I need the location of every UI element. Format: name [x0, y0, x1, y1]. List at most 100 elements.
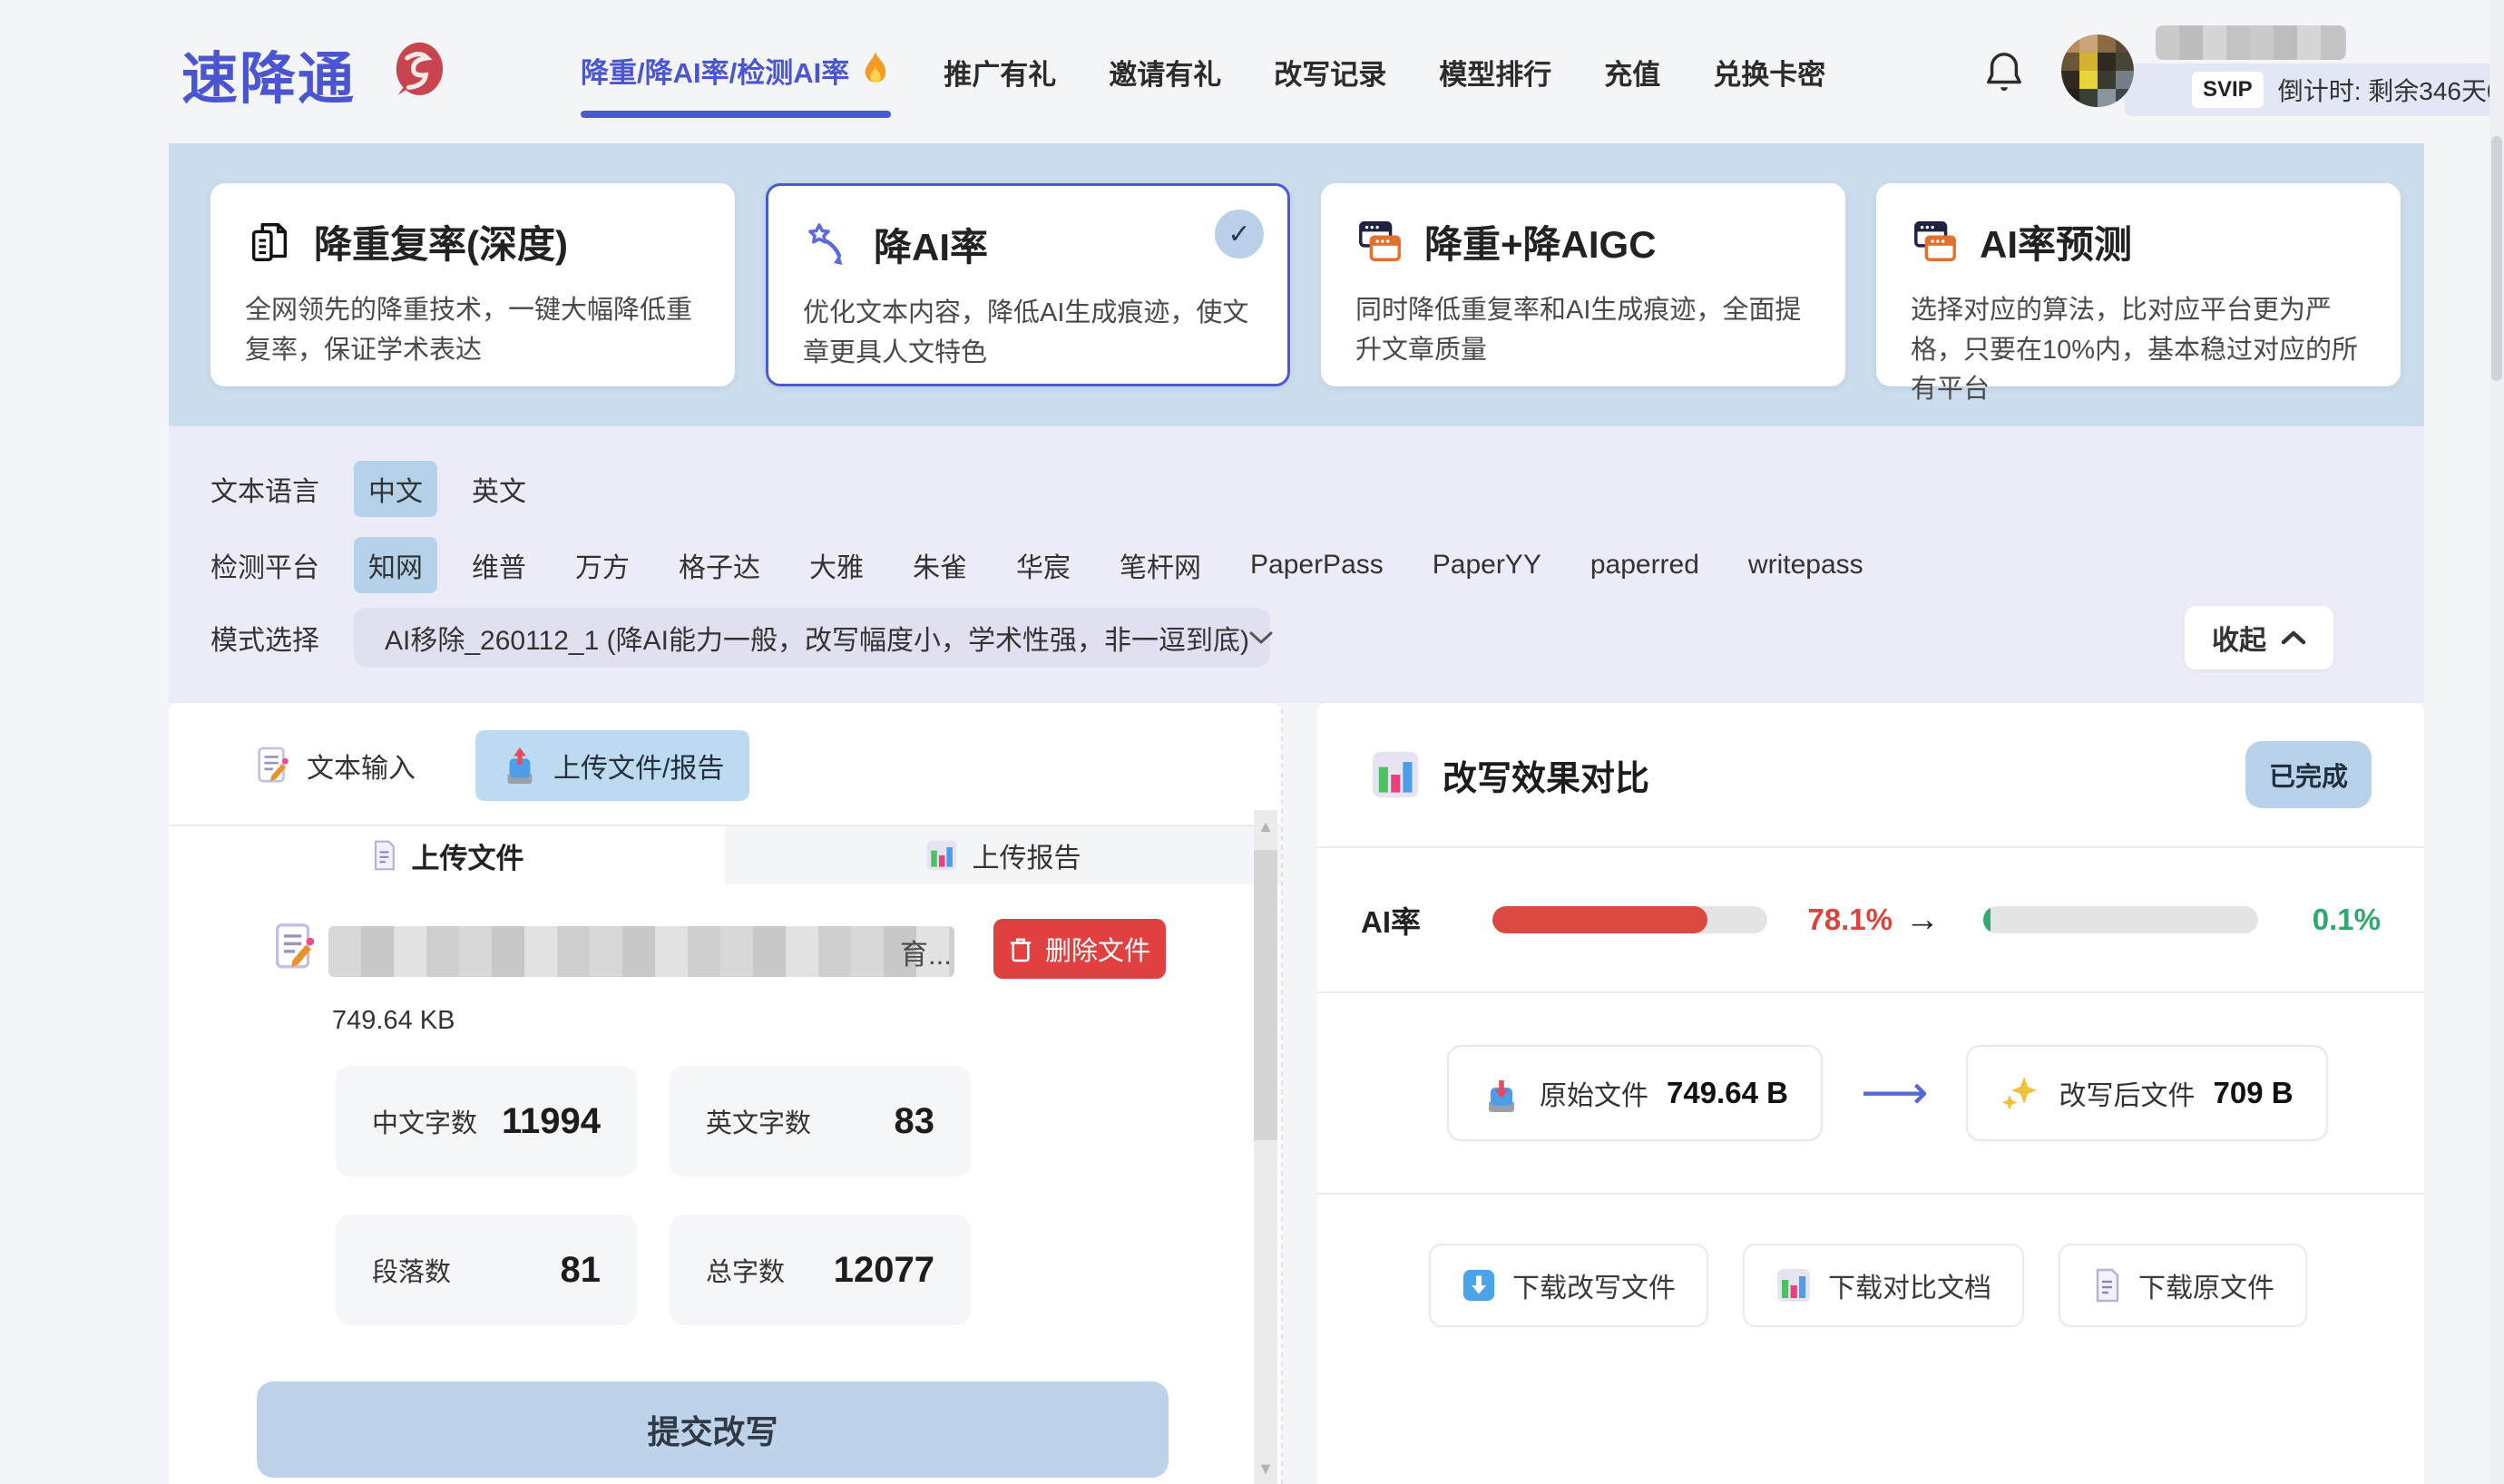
result-panel: 改写效果对比 已完成 AI率 78.1% → 0.1% 原始文件 749.64 …	[1317, 703, 2424, 1484]
mode-select-dropdown[interactable]: AI移除_260112_1 (降AI能力一般，改写幅度小，学术性强，非一逗到底)	[354, 608, 1270, 668]
nav-item-promo[interactable]: 推广有礼	[944, 52, 1056, 93]
scrollbar-thumb[interactable]	[1254, 850, 1277, 1140]
platform-chip-paperpass[interactable]: PaperPass	[1236, 542, 1398, 589]
page-scrollbar[interactable]	[2489, 0, 2504, 1484]
dual-window-icon	[1911, 218, 1960, 267]
rewritten-file-card[interactable]: 改写后文件 709 B	[1966, 1045, 2327, 1141]
word-stats: 中文字数 11994 英文字数 83 段落数 81 总字数 12077	[336, 1066, 971, 1325]
platform-chip-paperyy[interactable]: PaperYY	[1418, 542, 1556, 589]
text-edit-icon	[254, 745, 292, 786]
language-chip-chinese[interactable]: 中文	[354, 461, 437, 517]
brand-logo-icon	[379, 36, 454, 111]
card-title: 降AI率	[874, 217, 988, 272]
nav-item-recharge[interactable]: 充值	[1604, 52, 1660, 93]
bar-chart-icon	[1370, 749, 1421, 800]
nav-item-active[interactable]: 降重/降AI率/检测AI率	[581, 50, 891, 94]
scroll-down-icon[interactable]: ▼	[1254, 1460, 1277, 1479]
original-file-card[interactable]: 原始文件 749.64 B	[1447, 1045, 1823, 1141]
mode-row: 模式选择 AI移除_260112_1 (降AI能力一般，改写幅度小，学术性强，非…	[210, 608, 1270, 668]
rewritten-file-size: 709 B	[2213, 1076, 2293, 1110]
delete-file-button[interactable]: 删除文件	[993, 919, 1166, 979]
ai-rate-before-value: 78.1%	[1807, 903, 1902, 937]
feature-cards: 降重复率(深度) 全网领先的降重技术，一键大幅降低重复率，保证学术表达 降AI率…	[210, 183, 2401, 386]
tab-upload-file-report[interactable]: 上传文件/报告	[475, 730, 749, 801]
document-icon	[2091, 1267, 2122, 1303]
document-copy-icon	[245, 218, 294, 267]
original-file-label: 原始文件	[1540, 1073, 1648, 1113]
ai-rate-bar-after	[1983, 906, 2258, 933]
input-mode-tabs: 文本输入 上传文件/报告	[169, 703, 1281, 825]
platform-chip-zhuque[interactable]: 朱雀	[898, 537, 982, 593]
language-chip-english[interactable]: 英文	[457, 461, 541, 517]
username-blurred	[2156, 25, 2346, 60]
download-original-button[interactable]: 下载原文件	[2059, 1244, 2307, 1327]
card-ai-rate-predict[interactable]: AI率预测 选择对应的算法，比对应平台更为严格，只要在10%内，基本稳过对应的所…	[1876, 183, 2401, 386]
ai-rate-bar-before	[1492, 906, 1767, 933]
nav-item-ranking[interactable]: 模型排行	[1439, 52, 1551, 93]
nav-links: 降重/降AI率/检测AI率 推广有礼 邀请有礼 改写记录 模型排行 充值 兑换卡…	[581, 0, 1825, 143]
mode-selected-value: AI移除_260112_1 (降AI能力一般，改写幅度小，学术性强，非一逗到底)	[385, 618, 1249, 658]
platform-chip-cnki[interactable]: 知网	[354, 537, 437, 593]
mode-label: 模式选择	[210, 618, 319, 658]
collapse-button[interactable]: 收起	[2185, 606, 2333, 669]
download-compare-button[interactable]: 下载对比文档	[1743, 1244, 2024, 1327]
card-desc: 优化文本内容，降低AI生成痕迹，使文章更具人文特色	[803, 294, 1253, 373]
platform-chip-weipu[interactable]: 维普	[457, 537, 541, 593]
left-panel-scrollbar[interactable]: ▲ ▼	[1254, 810, 1277, 1484]
trash-icon	[1009, 935, 1032, 962]
platform-chip-huachen[interactable]: 华宸	[1002, 537, 1085, 593]
vip-countdown: 倒计时: 剩余346天00小时	[2278, 72, 2504, 108]
tab-text-input[interactable]: 文本输入	[254, 745, 416, 786]
card-desc: 全网领先的降重技术，一键大幅降低重复率，保证学术表达	[245, 291, 700, 370]
vip-status-pill: SVIP 倒计时: 剩余346天00小时	[2125, 63, 2504, 116]
bell-icon[interactable]	[1983, 49, 2025, 94]
ai-rate-label: AI率	[1361, 898, 1456, 942]
nav-item-invite[interactable]: 邀请有礼	[1109, 52, 1221, 93]
file-compare-row: 原始文件 749.64 B ⟶ 改写后文件 709 B	[1317, 993, 2424, 1195]
bar-chart-icon	[925, 839, 958, 872]
scroll-up-icon[interactable]: ▲	[1254, 817, 1277, 836]
sparkles-icon	[2000, 1073, 2040, 1113]
card-reduce-dup-and-aigc[interactable]: 降重+降AIGC 同时降低重复率和AI生成痕迹，全面提升文章质量	[1321, 183, 1845, 386]
subtab-upload-file[interactable]: 上传文件	[169, 826, 725, 884]
submit-rewrite-button[interactable]: 提交改写	[257, 1381, 1169, 1478]
nav-item-redeem[interactable]: 兑换卡密	[1713, 52, 1825, 93]
ai-rate-after-value: 0.1%	[2313, 903, 2381, 937]
avatar[interactable]	[2061, 34, 2134, 107]
page-scrollbar-thumb[interactable]	[2491, 136, 2502, 381]
platform-row: 检测平台 知网 维普 万方 格子达 大雅 朱雀 华宸 笔杆网 PaperPass…	[210, 537, 1878, 593]
language-label: 文本语言	[210, 469, 319, 509]
inbox-download-icon	[1482, 1071, 1521, 1115]
platform-chip-gezida[interactable]: 格子达	[664, 537, 775, 593]
language-row: 文本语言 中文 英文	[210, 461, 541, 517]
file-doc-icon	[270, 921, 319, 973]
ai-rate-row: AI率 78.1% → 0.1%	[1317, 848, 2424, 993]
bar-chart-icon	[1775, 1267, 1812, 1303]
download-rewritten-button[interactable]: 下载改写文件	[1429, 1244, 1708, 1327]
nav-item-history[interactable]: 改写记录	[1274, 52, 1386, 93]
card-reduce-duplication[interactable]: 降重复率(深度) 全网领先的降重技术，一键大幅降低重复率，保证学术表达	[210, 183, 735, 386]
arrow-right-icon: →	[1905, 901, 1940, 940]
platform-chip-writepass[interactable]: writepass	[1734, 542, 1878, 589]
stat-paragraph-count: 段落数 81	[336, 1215, 637, 1325]
user-info: SVIP 倒计时: 剩余346天00小时	[2061, 13, 2451, 131]
platform-chip-bigan[interactable]: 笔杆网	[1105, 537, 1216, 593]
platform-chip-paperred[interactable]: paperred	[1576, 542, 1714, 589]
upload-subtabs: 上传文件 上传报告	[169, 825, 1281, 884]
brand-logo[interactable]: 速降通	[181, 33, 454, 114]
chevron-up-icon	[2281, 630, 2306, 646]
platform-chip-daya[interactable]: 大雅	[795, 537, 878, 593]
arrow-right-icon: ⟶	[1861, 1066, 1929, 1120]
stat-english-count: 英文字数 83	[670, 1066, 971, 1176]
top-navbar: 速降通 降重/降AI率/检测AI率 推广有礼 邀请有礼 改写记录 模型排行 充值…	[0, 0, 2504, 143]
ai-rate-fill-after	[1983, 906, 1990, 933]
card-reduce-ai-rate[interactable]: 降AI率 优化文本内容，降低AI生成痕迹，使文章更具人文特色 ✓	[766, 183, 1290, 386]
selected-check-icon: ✓	[1215, 210, 1264, 259]
platform-chip-wanfang[interactable]: 万方	[561, 537, 644, 593]
subtab-upload-report[interactable]: 上传报告	[725, 826, 1281, 884]
ai-rate-fill-before	[1492, 906, 1707, 933]
card-desc: 同时降低重复率和AI生成痕迹，全面提升文章质量	[1355, 291, 1811, 370]
platform-label: 检测平台	[210, 545, 319, 585]
flame-icon	[860, 51, 891, 89]
svip-badge: SVIP	[2192, 72, 2264, 108]
